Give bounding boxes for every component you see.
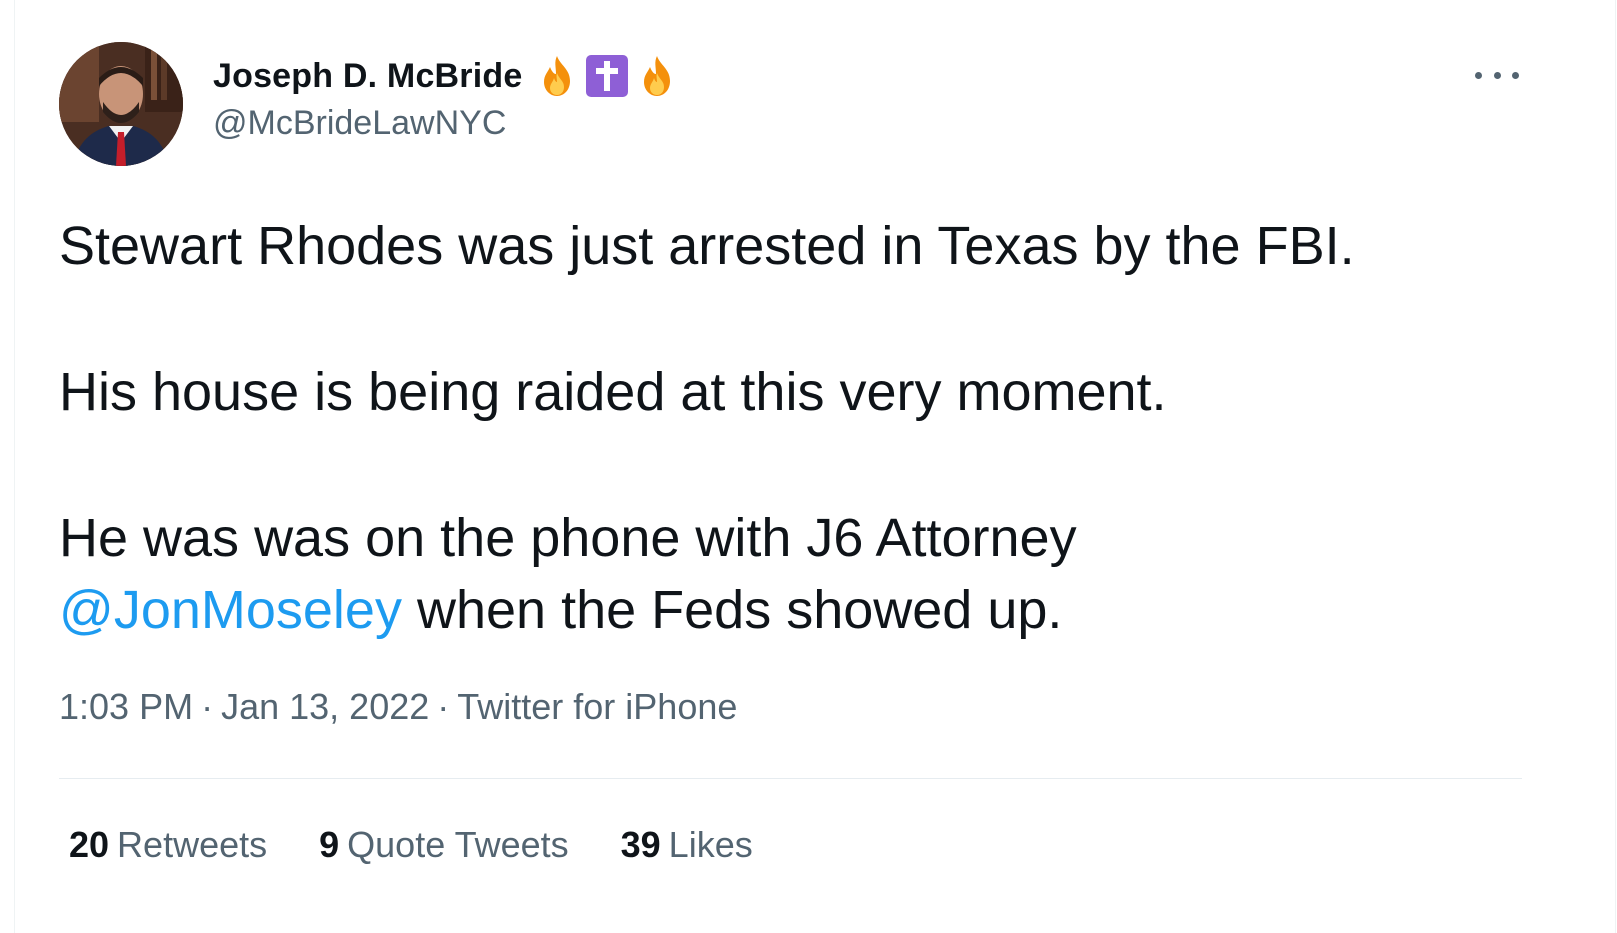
tweet-text: Stewart Rhodes was just arrested in Texa… [59, 210, 1559, 646]
meta-separator: · [201, 686, 214, 727]
divider [59, 778, 1522, 779]
engagement-stats: 20 Retweets 9 Quote Tweets 39 Likes [69, 824, 805, 866]
retweets-label: Retweets [117, 824, 268, 865]
fire-emoji-icon [544, 56, 571, 96]
likes-count: 39 [620, 824, 661, 865]
tweet-time[interactable]: 1:03 PM [59, 686, 193, 727]
quote-tweets-stat[interactable]: 9 Quote Tweets [319, 824, 569, 866]
tweet-metadata: 1:03 PM · Jan 13, 2022 · Twitter for iPhone [59, 686, 737, 728]
tweet-paragraph-3-start: He was was on the phone with J6 Attorney [59, 508, 1077, 568]
name-row: Joseph D. McBride [213, 52, 680, 100]
name-emoji-badges [534, 53, 680, 99]
more-options-icon[interactable] [1475, 60, 1519, 90]
fire-emoji-icon [644, 56, 671, 96]
quote-tweets-count: 9 [319, 824, 340, 865]
tweet-date[interactable]: Jan 13, 2022 [221, 686, 429, 727]
tweet-source[interactable]: Twitter for iPhone [457, 686, 737, 727]
tweet-paragraph-3: He was was on the phone with J6 Attorney… [59, 502, 1559, 646]
tweet-paragraph-3-end: when the Feds showed up. [401, 580, 1063, 640]
tweet-paragraph-1: Stewart Rhodes was just arrested in Texa… [59, 216, 1355, 276]
likes-label: Likes [668, 824, 753, 865]
author-handle[interactable]: @McBrideLawNYC [213, 104, 680, 143]
author-block: Joseph D. McBride @McBrideLawNYC [213, 52, 680, 143]
more-dot [1493, 71, 1501, 79]
quote-tweets-label: Quote Tweets [347, 824, 569, 865]
tweet-card: Joseph D. McBride @McBrideLawNYC Stewart… [14, 0, 1616, 933]
avatar[interactable] [59, 42, 183, 166]
avatar-image [59, 42, 183, 166]
retweets-count: 20 [69, 824, 110, 865]
author-display-name[interactable]: Joseph D. McBride [213, 57, 522, 96]
more-dot [1475, 71, 1482, 79]
latin-cross-icon [586, 55, 629, 97]
more-dot [1512, 71, 1519, 79]
mention-link[interactable]: @JonMoseley [59, 580, 402, 640]
retweets-stat[interactable]: 20 Retweets [69, 824, 267, 866]
tweet-paragraph-2: His house is being raided at this very m… [59, 362, 1167, 422]
meta-separator: · [437, 686, 450, 727]
likes-stat[interactable]: 39 Likes [621, 824, 753, 866]
